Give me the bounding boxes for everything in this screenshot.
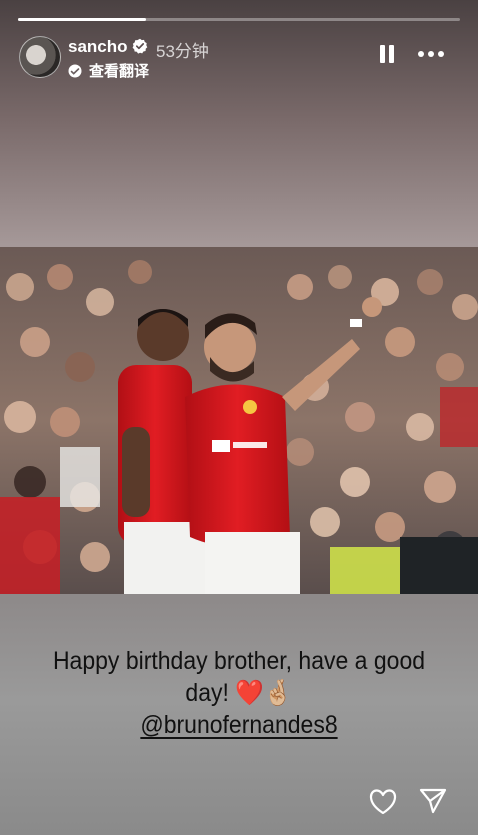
story-caption: Happy birthday brother, have a good day!… xyxy=(19,645,459,741)
see-translation-label: 查看翻译 xyxy=(89,63,150,80)
mention-link[interactable]: @brunofernandes8 xyxy=(140,711,337,739)
story-viewer[interactable]: sancho 53分钟 查看翻译 Happy birthday brother,… xyxy=(0,0,478,835)
translate-icon xyxy=(68,64,82,77)
more-options-button[interactable] xyxy=(418,48,448,60)
caption-line-2: day! ❤️🤞🏼 xyxy=(185,679,293,707)
see-translation-button[interactable]: 查看翻译 xyxy=(68,60,149,81)
story-photo xyxy=(0,247,478,594)
heart-icon[interactable] xyxy=(368,788,398,816)
story-progress-bar xyxy=(18,18,460,21)
send-icon[interactable] xyxy=(418,786,448,816)
verified-badge-icon xyxy=(132,38,148,54)
avatar[interactable] xyxy=(19,36,61,78)
username[interactable]: sancho xyxy=(68,37,128,57)
pause-button[interactable] xyxy=(378,45,396,65)
post-time: 53分钟 xyxy=(156,42,209,61)
more-icon xyxy=(418,51,444,57)
story-progress-fill xyxy=(18,18,147,21)
caption-line-1: Happy birthday brother, have a good xyxy=(52,647,426,675)
